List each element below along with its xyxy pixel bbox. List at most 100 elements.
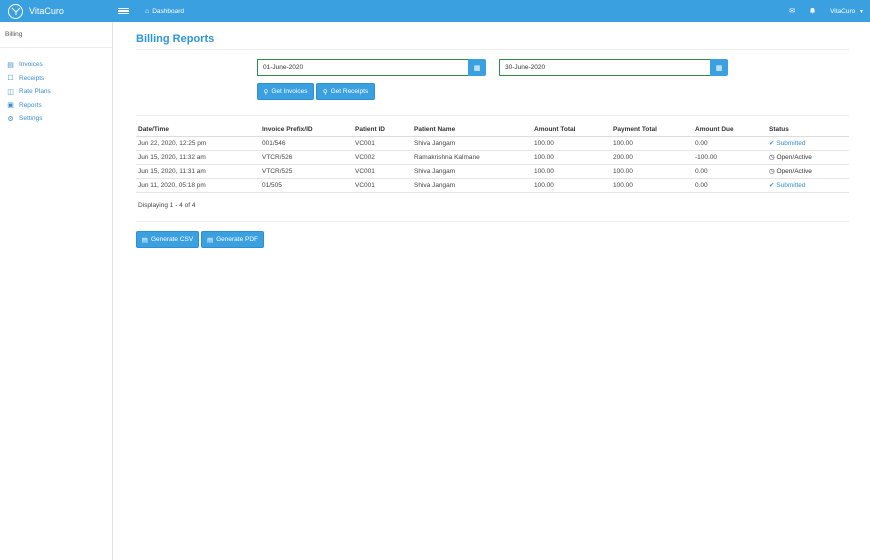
dashboard-label: Dashboard xyxy=(152,7,185,15)
user-menu[interactable]: VitaCuro ▼ xyxy=(830,8,864,15)
receipt-icon: ☐ xyxy=(7,75,14,83)
sidebar-item-reports[interactable]: ▣ Reports xyxy=(0,99,112,113)
cell-datetime: Jun 15, 2020, 11:31 am xyxy=(136,164,260,179)
cell-amount-total: 100.00 xyxy=(532,136,611,151)
sidebar-item-receipts[interactable]: ☐ Receipts xyxy=(0,72,112,86)
book-icon: ◫ xyxy=(7,88,14,96)
table-row[interactable]: Jun 22, 2020, 12:25 pm 001/546 VC001 Shi… xyxy=(136,136,849,151)
dashboard-link[interactable]: ⌂ Dashboard xyxy=(145,8,184,15)
cell-amount-total: 100.00 xyxy=(532,164,611,179)
sidebar-item-settings[interactable]: ⚙ Settings xyxy=(0,112,112,126)
chevron-down-icon: ▼ xyxy=(859,8,864,15)
cell-patient-id: VC001 xyxy=(353,136,412,151)
cell-patient-name: Shiva Jangam xyxy=(412,136,532,151)
get-invoices-button[interactable]: ⚲ Get Invoices xyxy=(257,83,314,100)
cell-payment-total: 200.00 xyxy=(611,150,693,165)
column-header[interactable]: Invoice Prefix/ID xyxy=(260,124,353,137)
column-header[interactable]: Status xyxy=(767,124,849,137)
cell-amount-due: 0.00 xyxy=(693,178,767,193)
file-icon: ▤ xyxy=(206,236,214,244)
cell-patient-name: Ramakrishna Kalmane xyxy=(412,150,532,165)
sidebar-item-label: Settings xyxy=(19,115,43,123)
cell-invoice-id: 001/546 xyxy=(260,136,353,151)
cell-amount-total: 100.00 xyxy=(532,150,611,165)
from-date-picker: 01-June-2020 ▦ xyxy=(257,59,486,76)
table-row[interactable]: Jun 11, 2020, 05:18 pm 01/505 VC001 Shiv… xyxy=(136,178,849,193)
column-header[interactable]: Patient ID xyxy=(353,124,412,137)
generate-pdf-label: Generate PDF xyxy=(216,236,259,243)
status-label: Submitted xyxy=(776,140,806,147)
get-invoices-label: Get Invoices xyxy=(271,88,308,95)
cell-amount-total: 100.00 xyxy=(532,178,611,193)
file-icon: ▤ xyxy=(141,236,148,244)
pagination-summary: Displaying 1 - 4 of 4 xyxy=(138,202,196,209)
cell-invoice-id: VTCR/525 xyxy=(260,164,353,179)
sidebar-item-label: Rate Plans xyxy=(19,88,51,96)
status-label: Open/Active xyxy=(776,154,812,161)
status-badge: ◷ Open/Active xyxy=(767,164,849,179)
to-date-input[interactable]: 30-June-2020 xyxy=(499,59,710,76)
calendar-icon[interactable]: ▦ xyxy=(710,59,728,76)
gear-icon: ⚙ xyxy=(7,115,14,123)
search-icon: ⚲ xyxy=(322,88,328,96)
home-icon: ⌂ xyxy=(145,7,150,15)
table-header-row: Date/Time Invoice Prefix/ID Patient ID P… xyxy=(136,124,849,137)
vitacuro-logo-icon xyxy=(8,3,23,19)
main-content: Billing Reports 01-June-2020 ▦ 30-June-2… xyxy=(136,22,849,248)
bell-icon[interactable] xyxy=(809,7,816,16)
cell-datetime: Jun 15, 2020, 11:32 am xyxy=(136,150,260,165)
cell-amount-due: 0.00 xyxy=(693,164,767,179)
brand[interactable]: VitaCuro xyxy=(0,0,113,22)
cell-patient-name: Shiva Jangam xyxy=(412,164,532,179)
status-badge: ✔ Submitted xyxy=(767,136,849,151)
column-header[interactable]: Patient Name xyxy=(412,124,532,137)
invoice-icon: ▤ xyxy=(7,61,14,69)
cell-amount-due: -100.00 xyxy=(693,150,767,165)
column-header[interactable]: Amount Due xyxy=(693,124,767,137)
billing-report-table: Date/Time Invoice Prefix/ID Patient ID P… xyxy=(136,124,849,193)
cell-patient-name: Shiva Jangam xyxy=(412,178,532,193)
cell-patient-id: VC002 xyxy=(353,150,412,165)
divider xyxy=(136,49,849,50)
cell-patient-id: VC001 xyxy=(353,164,412,179)
sidebar-item-invoices[interactable]: ▤ Invoices xyxy=(0,58,112,72)
table-row[interactable]: Jun 15, 2020, 11:31 am VTCR/525 VC001 Sh… xyxy=(136,164,849,179)
cell-invoice-id: VTCR/526 xyxy=(260,150,353,165)
divider xyxy=(136,221,849,222)
generate-csv-button[interactable]: ▤ Generate CSV xyxy=(136,231,199,248)
cell-datetime: Jun 11, 2020, 05:18 pm xyxy=(136,178,260,193)
column-header[interactable]: Date/Time xyxy=(136,124,260,137)
menu-toggle-icon[interactable] xyxy=(118,7,129,15)
app-name: VitaCuro xyxy=(29,6,64,16)
cell-invoice-id: 01/505 xyxy=(260,178,353,193)
status-label: Submitted xyxy=(776,182,806,189)
status-badge: ◷ Open/Active xyxy=(767,150,849,165)
mail-icon[interactable]: ✉ xyxy=(789,7,795,15)
table-row[interactable]: Jun 15, 2020, 11:32 am VTCR/526 VC002 Ra… xyxy=(136,150,849,165)
generate-pdf-button[interactable]: ▤ Generate PDF xyxy=(201,231,264,248)
cell-payment-total: 100.00 xyxy=(611,164,693,179)
user-name: VitaCuro xyxy=(830,7,856,15)
cell-payment-total: 100.00 xyxy=(611,136,693,151)
column-header[interactable]: Payment Total xyxy=(611,124,693,137)
cell-patient-id: VC001 xyxy=(353,178,412,193)
cell-amount-due: 0.00 xyxy=(693,136,767,151)
status-label: Open/Active xyxy=(776,168,812,175)
sidebar-item-label: Reports xyxy=(19,101,42,109)
search-icon: ⚲ xyxy=(263,88,269,96)
sidebar-title: Billing xyxy=(0,22,112,48)
sidebar-item-label: Invoices xyxy=(19,61,43,69)
sidebar-item-rate-plans[interactable]: ◫ Rate Plans xyxy=(0,85,112,99)
sidebar: Billing ▤ Invoices ☐ Receipts ◫ Rate Pla… xyxy=(0,22,113,560)
get-receipts-button[interactable]: ⚲ Get Receipts xyxy=(316,83,375,100)
from-date-input[interactable]: 01-June-2020 xyxy=(257,59,468,76)
top-navbar: VitaCuro ⌂ Dashboard ✉ VitaCuro ▼ xyxy=(0,0,870,22)
generate-csv-label: Generate CSV xyxy=(150,236,194,243)
divider xyxy=(136,115,849,116)
report-icon: ▣ xyxy=(7,102,14,110)
to-date-picker: 30-June-2020 ▦ xyxy=(499,59,728,76)
page-title: Billing Reports xyxy=(136,33,215,45)
column-header[interactable]: Amount Total xyxy=(532,124,611,137)
cell-payment-total: 100.00 xyxy=(611,178,693,193)
calendar-icon[interactable]: ▦ xyxy=(468,59,486,76)
